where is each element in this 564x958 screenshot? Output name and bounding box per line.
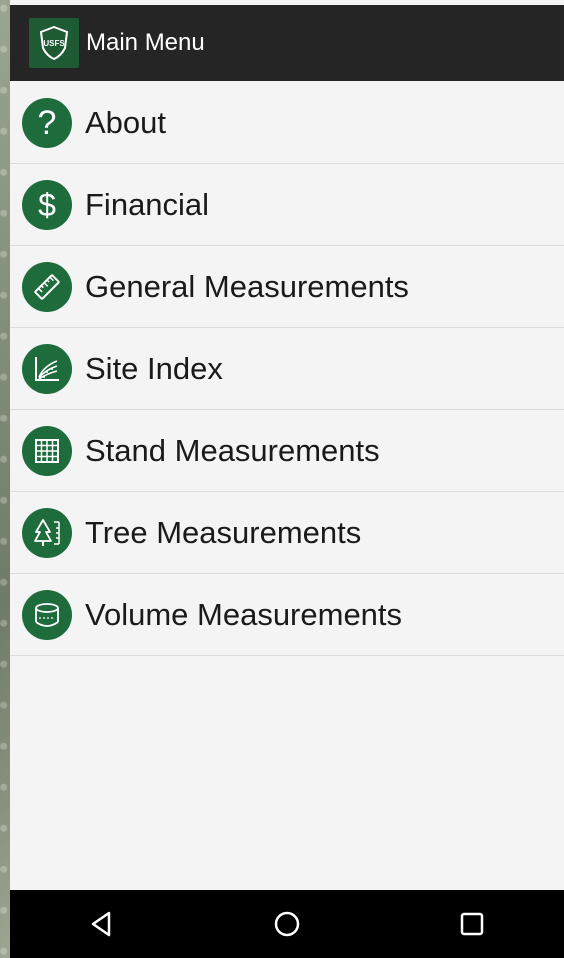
us-forest-service-shield-icon: USFS xyxy=(29,18,79,68)
question-mark-icon: ? xyxy=(22,97,72,148)
grid-icon xyxy=(22,425,72,476)
cylinder-icon xyxy=(22,589,72,640)
home-circle-icon xyxy=(274,911,300,937)
menu-item-stand-measurements[interactable]: Stand Measurements xyxy=(10,410,564,492)
dollar-sign-icon: $ xyxy=(22,179,72,230)
tree-icon xyxy=(22,507,72,558)
back-button[interactable] xyxy=(62,894,142,954)
recents-square-icon xyxy=(460,912,483,936)
ruler-icon xyxy=(22,261,72,312)
menu-item-financial[interactable]: $ Financial xyxy=(10,164,564,246)
menu-item-tree-measurements[interactable]: Tree Measurements xyxy=(10,492,564,574)
menu-item-about[interactable]: ? About xyxy=(10,82,564,164)
menu-item-label: About xyxy=(85,104,167,140)
menu-item-label: Site Index xyxy=(85,350,223,386)
menu-item-label: General Measurements xyxy=(85,268,409,304)
app-title: Main Menu xyxy=(86,29,205,56)
menu-item-volume-measurements[interactable]: Volume Measurements xyxy=(10,574,564,656)
recents-button[interactable] xyxy=(432,894,512,954)
system-navigation-bar xyxy=(10,890,564,958)
menu-item-label: Stand Measurements xyxy=(85,432,380,468)
menu-item-label: Volume Measurements xyxy=(85,596,403,632)
main-menu-list: ? About $ Financial General Measurements… xyxy=(10,82,564,656)
back-triangle-icon xyxy=(92,911,111,937)
chart-icon xyxy=(22,343,72,394)
svg-text:USFS: USFS xyxy=(43,39,65,48)
menu-item-label: Tree Measurements xyxy=(85,514,362,550)
app-bar: USFS Main Menu xyxy=(10,5,564,81)
menu-item-general-measurements[interactable]: General Measurements xyxy=(10,246,564,328)
home-button[interactable] xyxy=(247,894,327,954)
app-screen: USFS Main Menu ? About $ Financial Gener… xyxy=(10,0,564,958)
menu-item-site-index[interactable]: Site Index xyxy=(10,328,564,410)
menu-item-label: Financial xyxy=(85,186,210,222)
